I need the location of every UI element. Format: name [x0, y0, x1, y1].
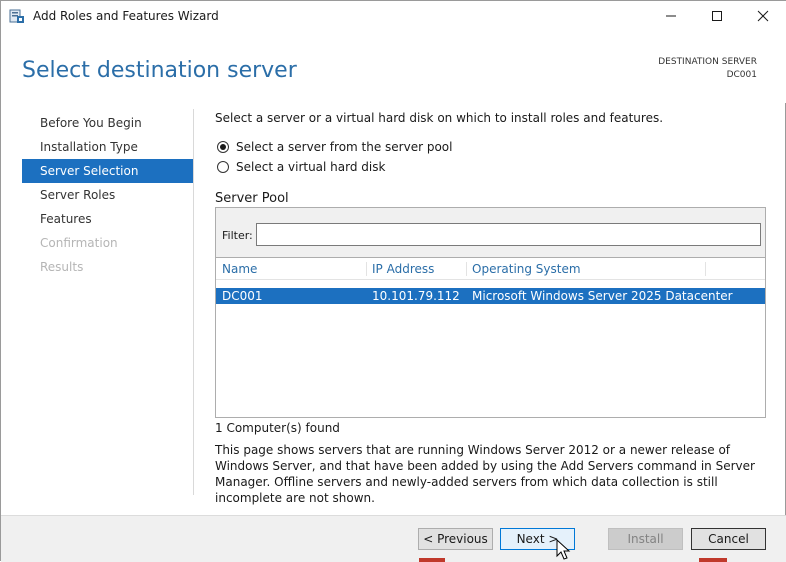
cell-name: DC001 [222, 289, 263, 303]
nav-item-server-selection[interactable]: Server Selection [22, 159, 193, 183]
column-header-name[interactable]: Name [216, 258, 366, 280]
radio-button-unchecked[interactable] [217, 161, 229, 173]
maximize-icon [712, 11, 722, 21]
radio-server-pool[interactable]: Select a server from the server pool [217, 140, 453, 154]
server-list-header: Name IP Address Operating System [216, 258, 765, 280]
destination-server-label: DESTINATION SERVER [658, 57, 757, 67]
radio-virtual-hard-disk[interactable]: Select a virtual hard disk [217, 160, 385, 174]
wizard-window: Add Roles and Features Wizard Select des… [0, 0, 786, 562]
taskbar-accent [419, 558, 445, 562]
cell-operating-system: Microsoft Windows Server 2025 Datacenter [472, 289, 733, 303]
nav-divider [193, 109, 194, 495]
minimize-icon [666, 15, 676, 17]
nav-item-server-roles[interactable]: Server Roles [22, 183, 193, 207]
nav-item-results: Results [40, 260, 84, 274]
close-icon [757, 10, 769, 22]
wizard-header: Select destination server DESTINATION SE… [1, 31, 786, 103]
minimize-button[interactable] [648, 1, 694, 31]
nav-item-before-you-begin[interactable]: Before You Begin [22, 111, 193, 135]
radio-button-checked[interactable] [217, 141, 229, 153]
description-text: This page shows servers that are running… [215, 443, 755, 505]
wizard-footer: < Previous Next > Install Cancel [1, 515, 786, 562]
radio-virtual-hard-disk-label[interactable]: Select a virtual hard disk [236, 160, 385, 174]
install-button: Install [608, 528, 683, 550]
nav-item-features[interactable]: Features [22, 207, 193, 231]
taskbar-accent [699, 558, 727, 562]
wizard-steps-nav: Before You Begin Installation Type Serve… [22, 111, 193, 279]
previous-button[interactable]: < Previous [418, 528, 493, 550]
radio-server-pool-label[interactable]: Select a server from the server pool [236, 140, 453, 154]
cell-ip-address: 10.101.79.112 [372, 289, 460, 303]
maximize-button[interactable] [694, 1, 740, 31]
destination-server-name: DC001 [726, 70, 757, 80]
server-manager-icon [9, 9, 24, 23]
mouse-pointer-icon [556, 539, 571, 560]
column-separator[interactable] [705, 262, 706, 276]
instruction-text: Select a server or a virtual hard disk o… [215, 111, 664, 125]
table-row[interactable]: DC001 10.101.79.112 Microsoft Windows Se… [216, 288, 765, 304]
cancel-button[interactable]: Cancel [691, 528, 766, 550]
server-pool-box: Filter: Name IP Address Operating System… [215, 207, 766, 418]
nav-item-confirmation: Confirmation [40, 236, 118, 250]
server-pool-heading: Server Pool [215, 191, 289, 206]
column-header-ip-address[interactable]: IP Address [366, 258, 466, 280]
computers-found-count: 1 Computer(s) found [215, 421, 340, 435]
column-header-operating-system[interactable]: Operating System [466, 258, 706, 280]
title-bar[interactable]: Add Roles and Features Wizard [1, 1, 786, 31]
filter-label: Filter: [222, 229, 253, 242]
server-list[interactable]: Name IP Address Operating System DC001 1… [216, 257, 765, 417]
filter-input[interactable] [256, 223, 761, 246]
window-title: Add Roles and Features Wizard [33, 9, 219, 23]
nav-item-installation-type[interactable]: Installation Type [22, 135, 193, 159]
close-button[interactable] [740, 1, 786, 31]
page-title: Select destination server [22, 58, 297, 83]
destination-server-info: DESTINATION SERVER DC001 [658, 56, 757, 82]
